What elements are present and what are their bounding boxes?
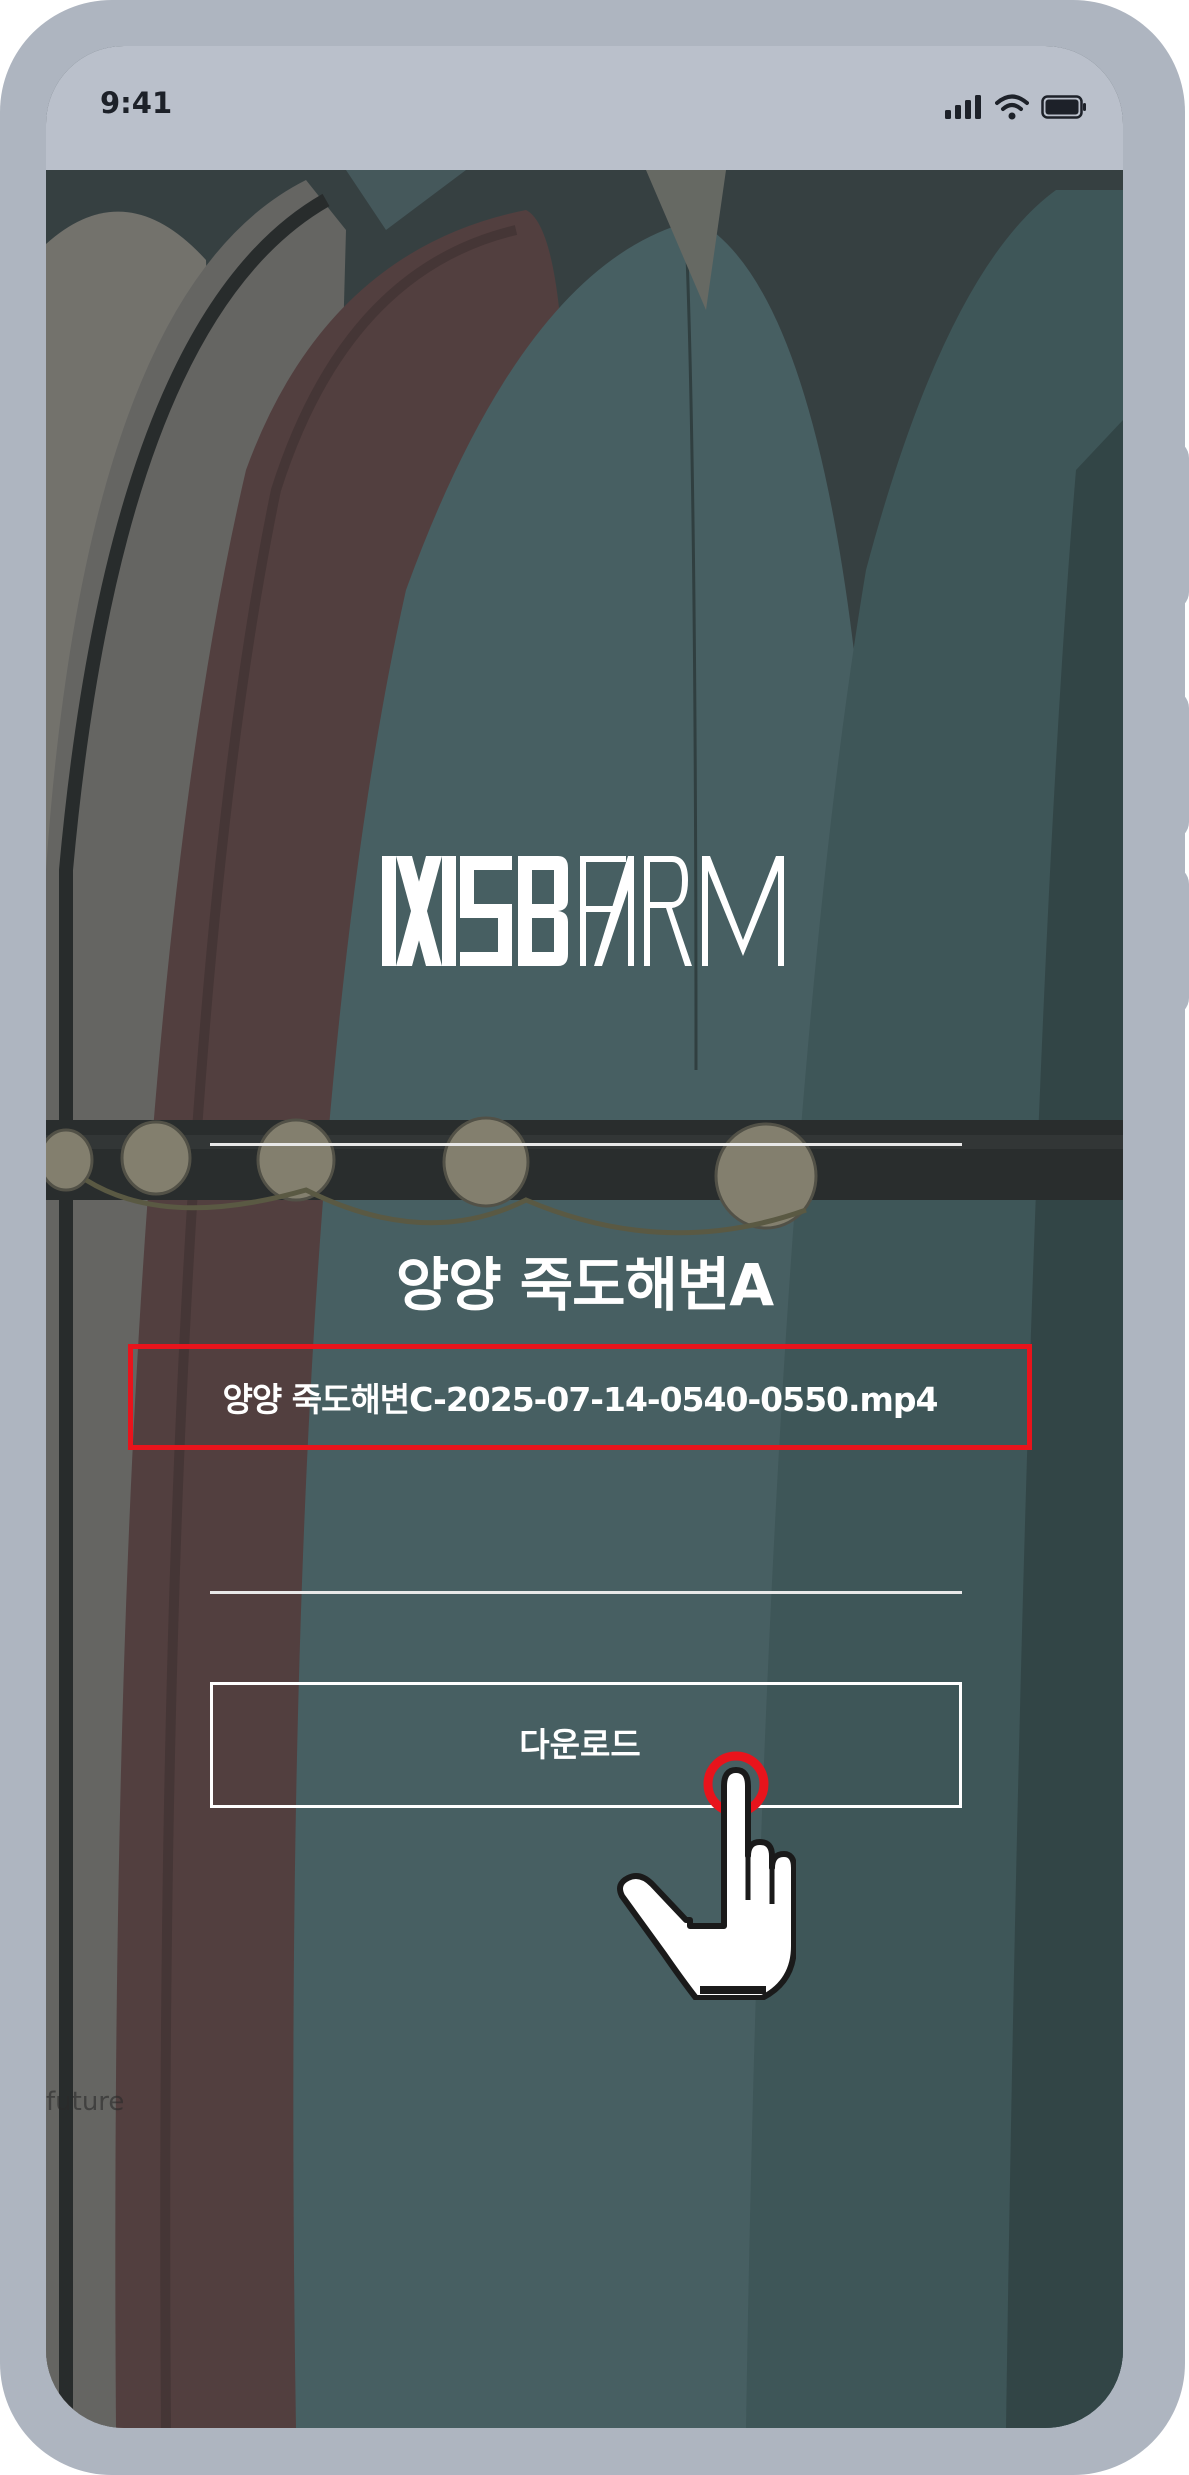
side-button-volume-down [1167, 690, 1189, 840]
status-icons [945, 94, 1087, 124]
download-button[interactable]: 다운로드 [210, 1682, 962, 1808]
signal-icon [945, 95, 983, 123]
file-name: 양양 죽도해변C-2025-07-14-0540-0550.mp4 [222, 1380, 939, 1419]
brand-logo [382, 850, 792, 974]
battery-icon [1041, 95, 1087, 123]
main-content: 양양 죽도해변A 양양 죽도해변C-2025-07-14-0540-0550.m… [46, 170, 1123, 2428]
wifi-icon [995, 94, 1029, 124]
status-bar: 9:41 [46, 46, 1123, 170]
phone-screen: future 9:41 양양 죽도해변A 양양 죽도해변C-2025-07-14… [46, 46, 1123, 2428]
divider-bottom [210, 1591, 962, 1594]
divider-top [210, 1143, 962, 1146]
file-name-highlight: 양양 죽도해변C-2025-07-14-0540-0550.mp4 [128, 1344, 1032, 1450]
side-button-power [1167, 866, 1189, 1016]
side-button-volume-up [1167, 440, 1189, 610]
status-time: 9:41 [100, 86, 173, 120]
hand-pointer-icon [616, 1750, 797, 2004]
place-title: 양양 죽도해변A [395, 1251, 774, 1319]
